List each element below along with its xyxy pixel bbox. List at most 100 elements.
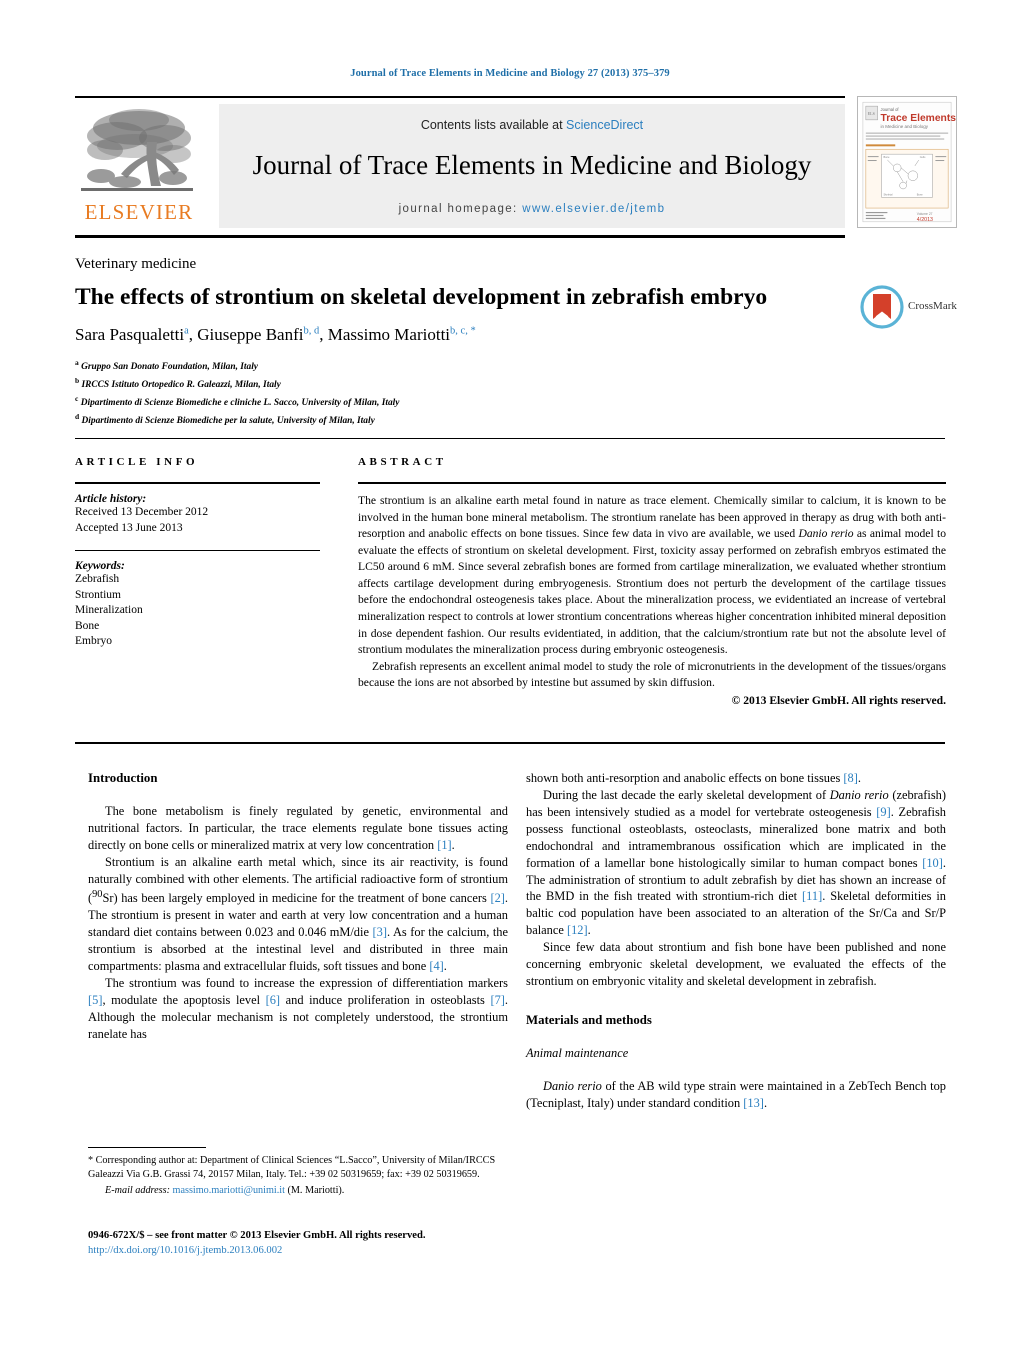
elsevier-logo: ELSEVIER xyxy=(77,102,205,230)
citation-ref-12[interactable]: [12] xyxy=(567,923,588,937)
abstract-p1-species: Danio rerio xyxy=(798,527,854,541)
article-received-date: Received 13 December 2012 xyxy=(75,506,209,518)
crossmark-label: CrossMark xyxy=(908,300,957,312)
svg-text:Trace Elements: Trace Elements xyxy=(881,113,956,124)
corresponding-author-note: * Corresponding author at: Department of… xyxy=(88,1155,496,1181)
svg-text:Cells: Cells xyxy=(920,156,926,159)
right-p2-tail: . xyxy=(587,923,591,938)
affiliation-item: c Dipartimento di Scienze Biomediche e c… xyxy=(75,393,675,411)
citation-ref-6[interactable]: [6] xyxy=(266,993,280,1007)
email-label: E-mail address: xyxy=(105,1185,170,1197)
journal-homepage-line: journal homepage: www.elsevier.de/jtemb xyxy=(219,203,845,215)
intro-p1-tail: . xyxy=(451,838,455,853)
affiliation-mark: a xyxy=(75,358,79,367)
svg-text:Bone: Bone xyxy=(883,156,890,159)
homepage-label: journal homepage: xyxy=(398,203,523,215)
keyword-item: Strontium xyxy=(75,588,122,601)
sciencedirect-link[interactable]: ScienceDirect xyxy=(566,118,643,132)
footnote-block: * Corresponding author at: Department of… xyxy=(88,1147,508,1198)
citation-ref-9[interactable]: [9] xyxy=(876,805,890,819)
citation-ref-5[interactable]: [5] xyxy=(88,993,102,1007)
elsevier-wordmark: ELSEVIER xyxy=(84,200,194,224)
keywords-label: Keywords: xyxy=(75,560,125,573)
abstract-bottom-rule xyxy=(75,742,945,744)
citation-ref-2[interactable]: [2] xyxy=(490,891,504,905)
abstract-panel: ABSTRACT The strontium is an alkaline ea… xyxy=(358,456,946,710)
affiliation-item: d Dipartimento di Scienze Biomediche per… xyxy=(75,411,675,429)
citation-ref-3[interactable]: [3] xyxy=(373,925,387,939)
right-p1-text: shown both anti-resorption and anabolic … xyxy=(526,771,844,785)
author-list: Sara Pasqualettia, Giuseppe Banfib, d, M… xyxy=(75,325,476,344)
intro-p2-part-b: Sr) has been largely employed in medicin… xyxy=(102,891,491,906)
right-p4-species: Danio rerio xyxy=(543,1079,602,1094)
author-3-name: Massimo Mariotti xyxy=(327,325,451,344)
author-2-name: Giuseppe Banfi xyxy=(197,325,304,344)
author-1-marks: a xyxy=(184,325,189,337)
right-p2-species: Danio rerio xyxy=(829,787,889,802)
intro-paragraph-2: Strontium is an alkaline earth metal whi… xyxy=(88,854,508,975)
issn-block: 0946-672X/$ – see front matter © 2013 El… xyxy=(88,1228,518,1258)
abstract-heading-rule xyxy=(358,482,946,484)
subject-section-label: Veterinary medicine xyxy=(75,256,197,272)
email-note: E-mail address: massimo.mariotti@unimi.i… xyxy=(88,1184,508,1198)
affiliation-text: Gruppo San Donato Foundation, Milan, Ita… xyxy=(81,362,258,373)
keyword-item: Bone xyxy=(75,619,100,632)
abstract-p1-part-b: as animal model to evaluate the effects … xyxy=(358,527,947,657)
article-info-heading-rule xyxy=(75,482,320,484)
elsevier-tree-icon xyxy=(81,109,193,191)
right-paragraph-4: Danio rerio of the AB wild type strain w… xyxy=(526,1078,946,1112)
svg-text:Bone: Bone xyxy=(917,193,924,196)
abstract-paragraph-1: The strontium is an alkaline earth metal… xyxy=(358,493,946,659)
doi-link[interactable]: http://dx.doi.org/10.1016/j.jtemb.2013.0… xyxy=(88,1243,518,1258)
materials-and-methods-heading: Materials and methods xyxy=(526,1012,652,1027)
citation-ref-8[interactable]: [8] xyxy=(843,771,857,785)
paper-page: Journal of Trace Elements in Medicine an… xyxy=(0,0,1020,1351)
running-head: Journal of Trace Elements in Medicine an… xyxy=(350,68,670,79)
citation-ref-1[interactable]: [1] xyxy=(437,838,451,852)
isotope-superscript: 90 xyxy=(92,889,103,901)
intro-p2-tail: . xyxy=(443,958,447,973)
author-3: Massimo Mariottib, c, * xyxy=(328,325,476,344)
abstract-heading: ABSTRACT xyxy=(358,456,447,468)
journal-title: Journal of Trace Elements in Medicine an… xyxy=(252,150,812,180)
citation-ref-7[interactable]: [7] xyxy=(490,993,504,1007)
author-1-name: Sara Pasqualetti xyxy=(75,325,185,344)
citation-ref-11[interactable]: [11] xyxy=(802,889,822,903)
right-p2-part-a: During the last decade the early skeleta… xyxy=(543,787,830,802)
svg-text:in Medicine and Biology: in Medicine and Biology xyxy=(881,124,929,129)
right-paragraph-2: During the last decade the early skeleta… xyxy=(526,787,946,939)
contents-list-line: Contents lists available at ScienceDirec… xyxy=(219,104,845,132)
journal-cover-thumbnail: ELS Journal of Trace Elements in Medicin… xyxy=(857,96,957,228)
keywords-rule xyxy=(75,550,320,552)
masthead-bottom-rule xyxy=(75,235,845,238)
affiliation-mark: d xyxy=(75,412,80,422)
author-1: Sara Pasqualettia xyxy=(75,325,189,344)
intro-p3-part-c: and induce proliferation in osteoblasts xyxy=(280,992,491,1007)
right-p1-tail: . xyxy=(857,771,861,785)
info-top-rule xyxy=(75,438,945,439)
animal-maintenance-heading: Animal maintenance xyxy=(526,1046,629,1061)
keyword-item: Embryo xyxy=(75,635,113,648)
citation-ref-13[interactable]: [13] xyxy=(743,1096,764,1110)
citation-ref-4[interactable]: [4] xyxy=(429,959,443,973)
citation-ref-10[interactable]: [10] xyxy=(922,856,943,870)
right-paragraph-3: Since few data about strontium and fish … xyxy=(526,940,946,989)
abstract-paragraph-2: Zebrafish represents an excellent animal… xyxy=(358,659,946,690)
svg-text:ELS: ELS xyxy=(868,112,875,116)
author-2-marks: b, d xyxy=(303,325,320,337)
crossmark-badge[interactable]: CrossMark xyxy=(860,285,960,331)
journal-masthead: ELSEVIER Contents lists available at Sci… xyxy=(75,96,957,238)
journal-banner: Contents lists available at ScienceDirec… xyxy=(219,104,845,228)
right-p4-tail: . xyxy=(763,1096,768,1111)
affiliation-list: a Gruppo San Donato Foundation, Milan, I… xyxy=(75,357,675,429)
svg-text:Volume 27: Volume 27 xyxy=(917,212,933,216)
affiliation-mark: c xyxy=(75,394,79,404)
author-2: Giuseppe Banfib, d xyxy=(197,325,319,344)
homepage-url-link[interactable]: www.elsevier.de/jtemb xyxy=(522,203,665,215)
introduction-heading: Introduction xyxy=(88,771,158,785)
issn-line: 0946-672X/$ – see front matter © 2013 El… xyxy=(88,1230,426,1241)
affiliation-mark: b xyxy=(75,376,80,386)
email-link[interactable]: massimo.mariotti@unimi.it xyxy=(173,1185,285,1196)
article-accepted-date: Accepted 13 June 2013 xyxy=(75,521,183,534)
svg-text:4/2013: 4/2013 xyxy=(917,217,933,223)
